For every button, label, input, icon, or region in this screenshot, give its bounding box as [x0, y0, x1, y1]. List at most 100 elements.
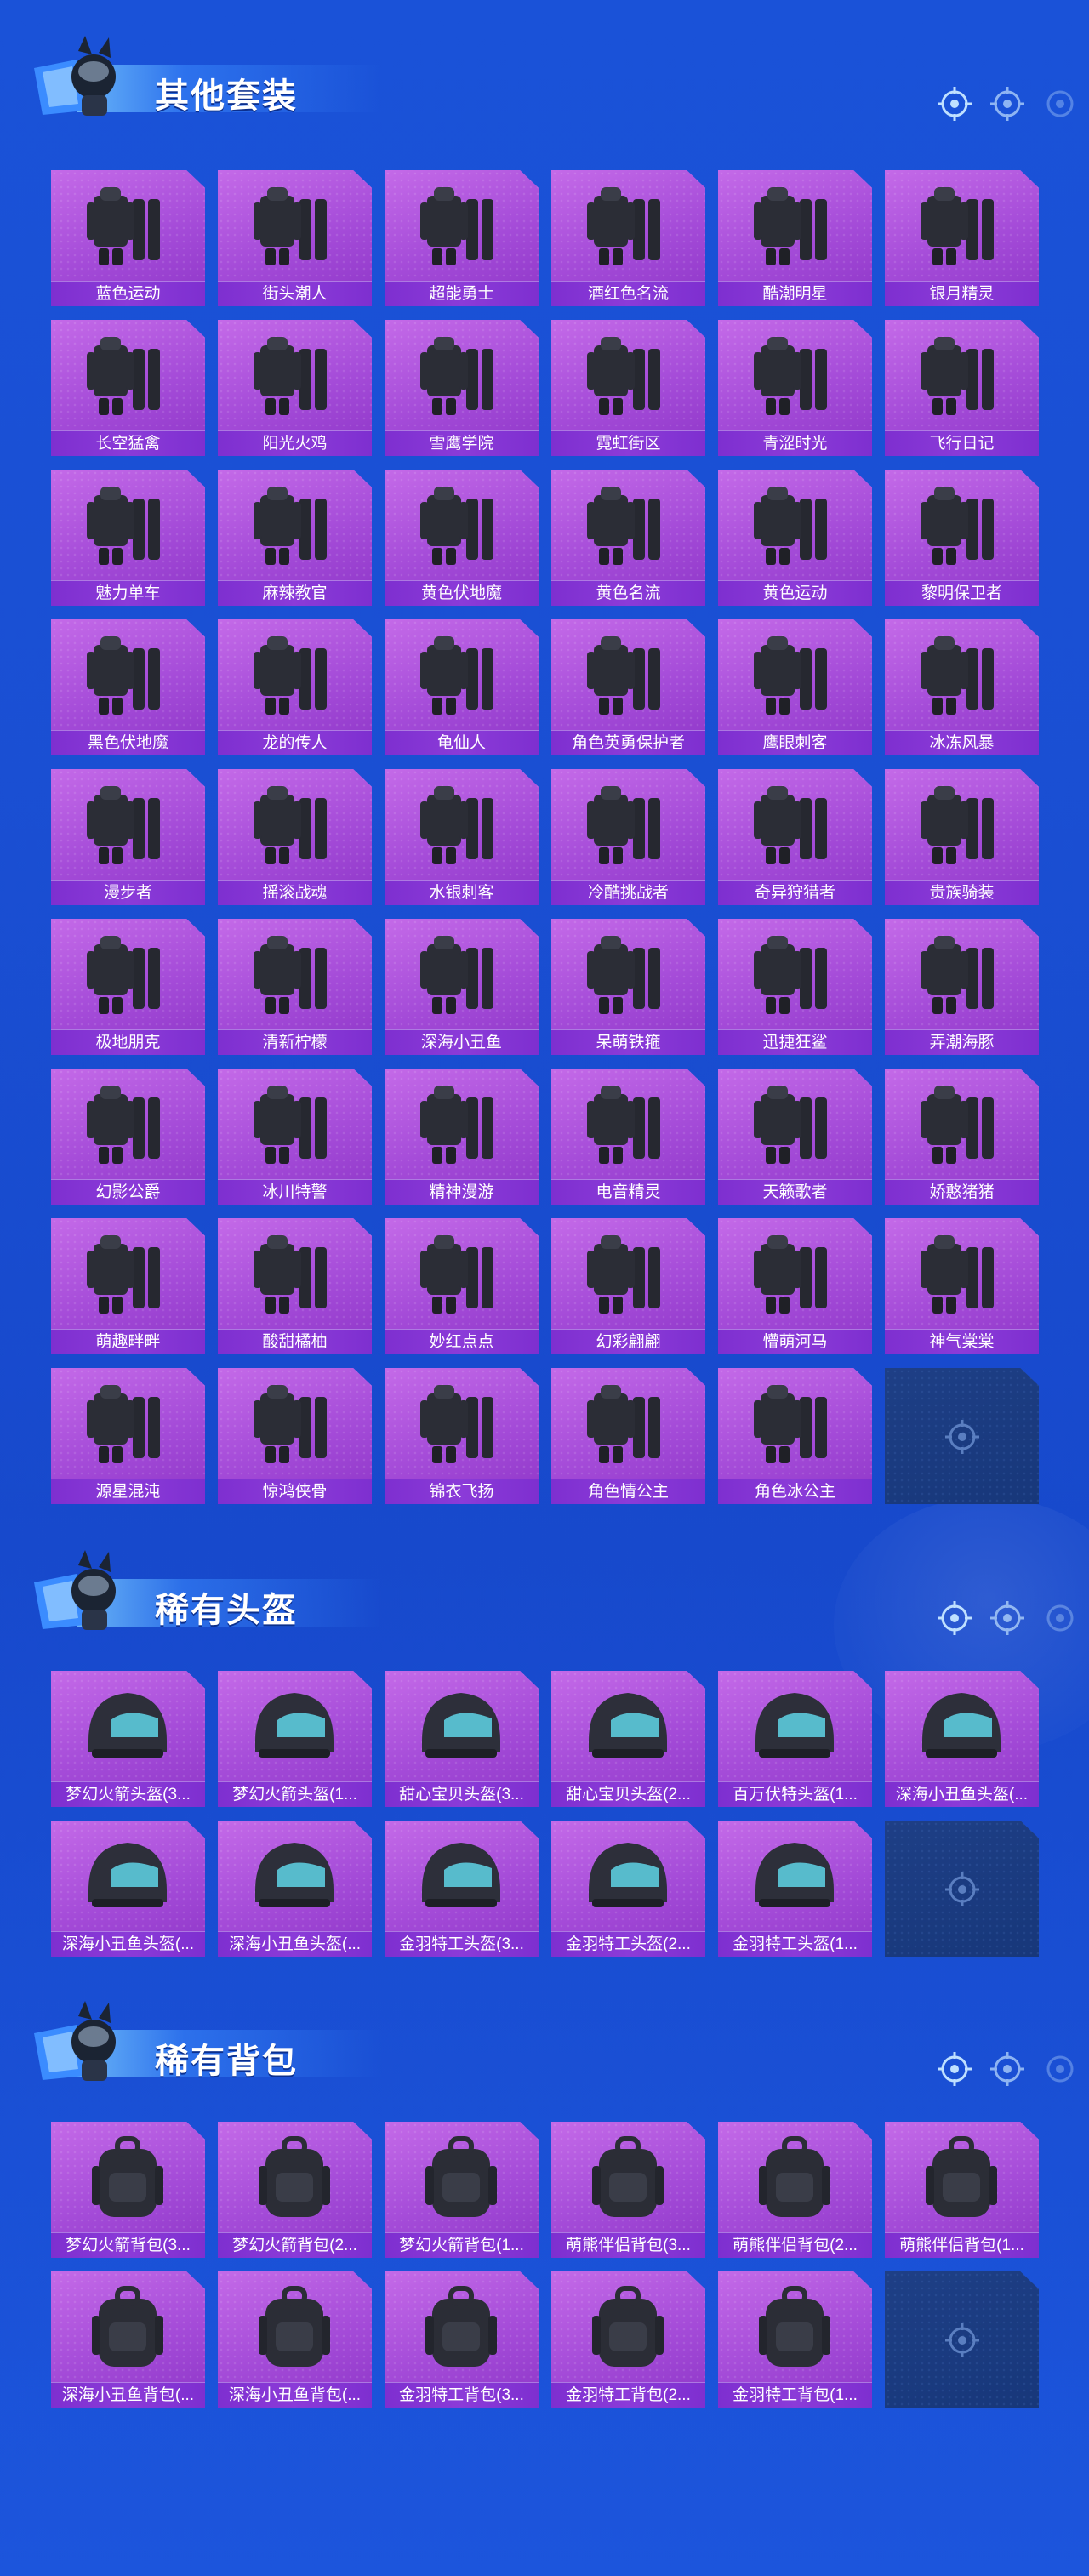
outfit-icon — [587, 337, 660, 415]
item-card[interactable]: 妙红点点 — [385, 1218, 539, 1354]
outfit-icon — [254, 187, 327, 265]
item-card[interactable]: 深海小丑鱼头盔(... — [218, 1821, 372, 1957]
item-card[interactable]: 角色英勇保护者 — [551, 619, 705, 755]
item-label: 电音精灵 — [551, 1179, 705, 1205]
item-card[interactable]: 清新柠檬 — [218, 919, 372, 1055]
item-card[interactable]: 惊鸿侠骨 — [218, 1368, 372, 1504]
outfit-icon — [87, 1385, 160, 1463]
item-card[interactable]: 霓虹街区 — [551, 320, 705, 456]
item-card[interactable]: 金羽特工背包(2... — [551, 2271, 705, 2408]
item-card[interactable]: 幻彩翩翩 — [551, 1218, 705, 1354]
item-card[interactable]: 萌趣畔畔 — [51, 1218, 205, 1354]
item-card[interactable]: 神气棠棠 — [885, 1218, 1039, 1354]
item-card[interactable]: 金羽特工头盔(3... — [385, 1821, 539, 1957]
item-card[interactable]: 超能勇士 — [385, 170, 539, 306]
backpack-icon — [425, 2286, 497, 2367]
item-card[interactable]: 深海小丑鱼 — [385, 919, 539, 1055]
item-card[interactable]: 梦幻火箭背包(3... — [51, 2122, 205, 2258]
target-icon — [945, 1420, 979, 1454]
item-card[interactable]: 飞行日记 — [885, 320, 1039, 456]
item-label: 水银刺客 — [385, 880, 539, 905]
item-card[interactable]: 黄色名流 — [551, 470, 705, 606]
item-card[interactable]: 源星混沌 — [51, 1368, 205, 1504]
item-card[interactable]: 银月精灵 — [885, 170, 1039, 306]
item-card[interactable]: 甜心宝贝头盔(3... — [385, 1671, 539, 1807]
item-card[interactable]: 深海小丑鱼头盔(... — [51, 1821, 205, 1957]
item-card[interactable]: 鹰眼刺客 — [718, 619, 872, 755]
item-card[interactable]: 金羽特工头盔(2... — [551, 1821, 705, 1957]
item-card[interactable]: 深海小丑鱼背包(... — [218, 2271, 372, 2408]
item-card[interactable]: 漫步者 — [51, 769, 205, 905]
item-card[interactable]: 阳光火鸡 — [218, 320, 372, 456]
outfit-icon — [87, 1086, 160, 1164]
item-card[interactable]: 青涩时光 — [718, 320, 872, 456]
item-card[interactable]: 长空猛禽 — [51, 320, 205, 456]
item-label: 冷酷挑战者 — [551, 880, 705, 905]
item-card[interactable]: 龙的传人 — [218, 619, 372, 755]
item-card[interactable]: 酷潮明星 — [718, 170, 872, 306]
item-card[interactable]: 金羽特工背包(1... — [718, 2271, 872, 2408]
item-card[interactable]: 萌熊伴侣背包(3... — [551, 2122, 705, 2258]
item-card[interactable]: 精神漫游 — [385, 1069, 539, 1205]
item-card[interactable]: 深海小丑鱼头盔(... — [885, 1671, 1039, 1807]
item-card[interactable]: 深海小丑鱼背包(... — [51, 2271, 205, 2408]
item-card[interactable]: 酸甜橘柚 — [218, 1218, 372, 1354]
item-card[interactable]: 街头潮人 — [218, 170, 372, 306]
item-card[interactable]: 黄色运动 — [718, 470, 872, 606]
outfit-icon — [921, 786, 994, 864]
item-card[interactable]: 角色冰公主 — [718, 1368, 872, 1504]
item-card[interactable]: 雪鹰学院 — [385, 320, 539, 456]
item-label: 金羽特工背包(3... — [385, 2382, 539, 2408]
item-card[interactable]: 摇滚战魂 — [218, 769, 372, 905]
item-card[interactable]: 极地朋克 — [51, 919, 205, 1055]
item-card[interactable]: 娇憨猪猪 — [885, 1069, 1039, 1205]
item-card[interactable]: 懵萌河马 — [718, 1218, 872, 1354]
item-card[interactable]: 黎明保卫者 — [885, 470, 1039, 606]
item-card[interactable]: 萌熊伴侣背包(2... — [718, 2122, 872, 2258]
item-label: 深海小丑鱼头盔(... — [51, 1931, 205, 1957]
mascot-icon — [34, 2001, 116, 2081]
outfit-icon — [921, 936, 994, 1014]
helmet-icon — [922, 1693, 1001, 1758]
item-card[interactable]: 蓝色运动 — [51, 170, 205, 306]
item-label: 黄色运动 — [718, 580, 872, 606]
item-card[interactable]: 呆萌铁箍 — [551, 919, 705, 1055]
item-card[interactable]: 萌熊伴侣背包(1... — [885, 2122, 1039, 2258]
item-card[interactable]: 冰冻风暴 — [885, 619, 1039, 755]
item-card[interactable]: 贵族骑装 — [885, 769, 1039, 905]
decor-targets — [936, 1599, 1080, 1642]
item-card[interactable]: 梦幻火箭背包(1... — [385, 2122, 539, 2258]
item-card[interactable]: 锦衣飞扬 — [385, 1368, 539, 1504]
section-title: 其他套装 — [155, 77, 298, 115]
item-label: 梦幻火箭背包(1... — [385, 2232, 539, 2258]
item-card[interactable]: 梦幻火箭背包(2... — [218, 2122, 372, 2258]
item-card[interactable]: 奇异狩猎者 — [718, 769, 872, 905]
item-card[interactable]: 梦幻火箭头盔(3... — [51, 1671, 205, 1807]
item-card[interactable]: 冷酷挑战者 — [551, 769, 705, 905]
item-card[interactable]: 黄色伏地魔 — [385, 470, 539, 606]
empty-slot — [885, 2271, 1039, 2408]
outfit-icon — [754, 786, 827, 864]
item-card[interactable]: 冰川特警 — [218, 1069, 372, 1205]
item-card[interactable]: 弄潮海豚 — [885, 919, 1039, 1055]
item-card[interactable]: 天籁歌者 — [718, 1069, 872, 1205]
outfit-icon — [87, 1235, 160, 1314]
item-card[interactable]: 百万伏特头盔(1... — [718, 1671, 872, 1807]
item-card[interactable]: 电音精灵 — [551, 1069, 705, 1205]
item-card[interactable]: 龟仙人 — [385, 619, 539, 755]
item-card[interactable]: 麻辣教官 — [218, 470, 372, 606]
item-card[interactable]: 酒红色名流 — [551, 170, 705, 306]
item-card[interactable]: 幻影公爵 — [51, 1069, 205, 1205]
item-card[interactable]: 黑色伏地魔 — [51, 619, 205, 755]
item-card[interactable]: 迅捷狂鲨 — [718, 919, 872, 1055]
item-card[interactable]: 魅力单车 — [51, 470, 205, 606]
item-card[interactable]: 水银刺客 — [385, 769, 539, 905]
item-card[interactable]: 梦幻火箭头盔(1... — [218, 1671, 372, 1807]
item-label: 呆萌铁箍 — [551, 1029, 705, 1055]
item-card[interactable]: 角色情公主 — [551, 1368, 705, 1504]
outfit-icon — [587, 487, 660, 565]
outfit-icon — [254, 1385, 327, 1463]
item-card[interactable]: 金羽特工背包(3... — [385, 2271, 539, 2408]
item-card[interactable]: 金羽特工头盔(1... — [718, 1821, 872, 1957]
item-card[interactable]: 甜心宝贝头盔(2... — [551, 1671, 705, 1807]
